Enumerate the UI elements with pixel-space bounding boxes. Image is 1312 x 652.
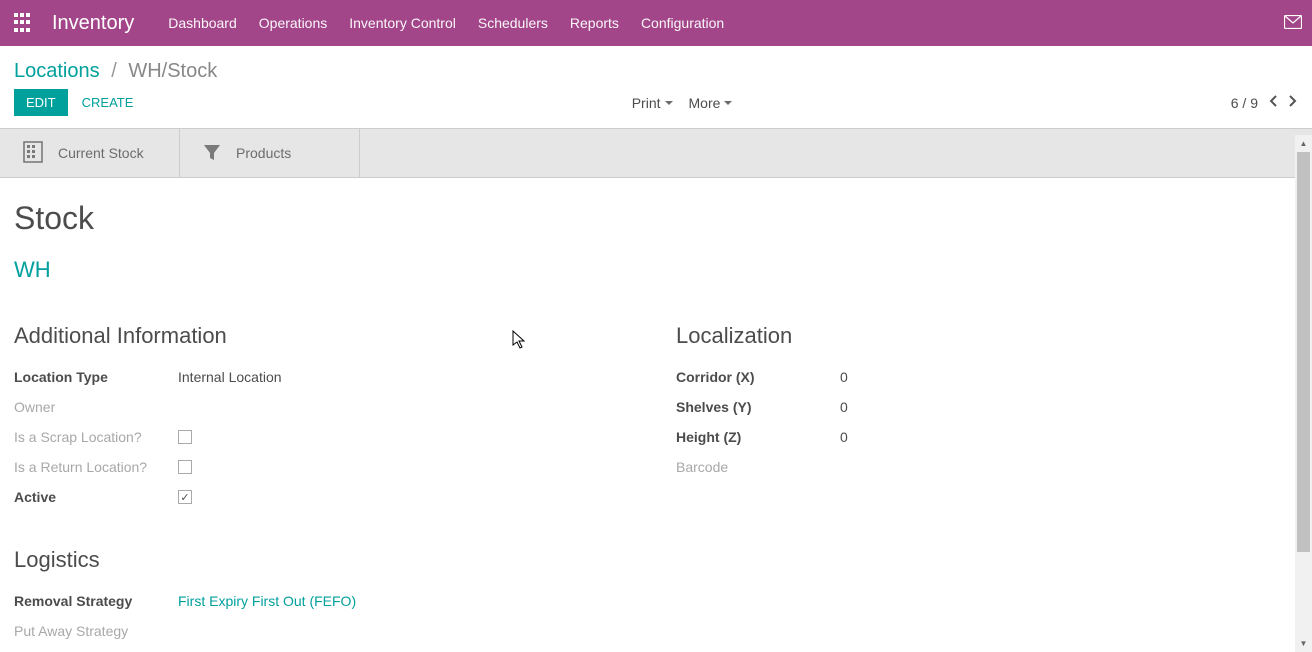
section-localization: Localization	[676, 323, 1298, 349]
field-height: Height (Z) 0	[676, 427, 1298, 447]
breadcrumb-sep: /	[111, 60, 117, 82]
menu-configuration[interactable]: Configuration	[641, 15, 724, 31]
vertical-scrollbar[interactable]: ▲ ▼	[1295, 135, 1312, 652]
field-owner: Owner	[14, 397, 636, 417]
menu-schedulers[interactable]: Schedulers	[478, 15, 548, 31]
field-return-label: Is a Return Location?	[14, 459, 178, 475]
top-navbar: Inventory Dashboard Operations Inventory…	[0, 0, 1312, 46]
pager-counter: 6 / 9	[1231, 95, 1258, 111]
action-bar: Edit Create Print More 6 / 9	[0, 89, 1312, 128]
stat-current-stock-label: Current Stock	[58, 145, 144, 161]
col-left: Additional Information Location Type Int…	[14, 323, 636, 651]
stat-products-label: Products	[236, 145, 291, 161]
filter-icon	[202, 142, 222, 165]
field-putaway-label: Put Away Strategy	[14, 623, 178, 639]
field-corridor-label: Corridor (X)	[676, 369, 840, 385]
building-icon	[22, 140, 44, 167]
field-height-value: 0	[840, 429, 848, 445]
field-barcode-label: Barcode	[676, 459, 840, 475]
record-title: Stock	[14, 200, 1298, 237]
field-putaway: Put Away Strategy	[14, 621, 636, 641]
stat-current-stock[interactable]: Current Stock	[0, 129, 180, 177]
field-owner-label: Owner	[14, 399, 178, 415]
field-scrap-checkbox	[178, 430, 192, 444]
more-label: More	[689, 95, 721, 111]
stat-button-bar: Current Stock Products	[0, 128, 1312, 178]
field-removal-label: Removal Strategy	[14, 593, 178, 609]
col-right: Localization Corridor (X) 0 Shelves (Y) …	[676, 323, 1298, 651]
pager-next[interactable]	[1288, 94, 1298, 111]
create-button[interactable]: Create	[82, 95, 134, 110]
field-return: Is a Return Location?	[14, 457, 636, 477]
section-logistics: Logistics	[14, 547, 636, 573]
apps-grid-icon[interactable]	[14, 13, 34, 33]
form-sheet: Stock WH Additional Information Location…	[0, 178, 1312, 652]
breadcrumb-row: Locations / WH/Stock	[0, 46, 1312, 89]
field-active-checkbox	[178, 490, 192, 504]
field-corridor: Corridor (X) 0	[676, 367, 1298, 387]
more-dropdown[interactable]: More	[689, 95, 733, 111]
breadcrumb-current: WH/Stock	[128, 60, 217, 82]
menu-reports[interactable]: Reports	[570, 15, 619, 31]
field-barcode: Barcode	[676, 457, 1298, 477]
stat-products[interactable]: Products	[180, 129, 360, 177]
field-location-type-value: Internal Location	[178, 369, 282, 385]
field-return-checkbox	[178, 460, 192, 474]
caret-down-icon	[665, 101, 673, 105]
breadcrumb-root[interactable]: Locations	[14, 60, 100, 82]
field-scrap: Is a Scrap Location?	[14, 427, 636, 447]
field-active-label: Active	[14, 489, 178, 505]
field-shelves-label: Shelves (Y)	[676, 399, 840, 415]
pager-prev[interactable]	[1268, 94, 1278, 111]
menu-operations[interactable]: Operations	[259, 15, 327, 31]
scroll-down-icon[interactable]: ▼	[1295, 635, 1312, 652]
scroll-thumb[interactable]	[1297, 152, 1310, 552]
edit-button[interactable]: Edit	[14, 89, 68, 116]
print-dropdown[interactable]: Print	[632, 95, 673, 111]
menu-dashboard[interactable]: Dashboard	[168, 15, 237, 31]
field-location-type-label: Location Type	[14, 369, 178, 385]
section-additional: Additional Information	[14, 323, 636, 349]
field-shelves-value: 0	[840, 399, 848, 415]
field-active: Active	[14, 487, 636, 507]
app-brand: Inventory	[52, 12, 134, 35]
field-corridor-value: 0	[840, 369, 848, 385]
caret-down-icon	[724, 101, 732, 105]
record-subtitle[interactable]: WH	[14, 257, 1298, 283]
field-removal-value[interactable]: First Expiry First Out (FEFO)	[178, 593, 356, 609]
top-menu: Dashboard Operations Inventory Control S…	[168, 15, 1284, 31]
field-scrap-label: Is a Scrap Location?	[14, 429, 178, 445]
field-removal: Removal Strategy First Expiry First Out …	[14, 591, 636, 611]
print-label: Print	[632, 95, 661, 111]
field-height-label: Height (Z)	[676, 429, 840, 445]
scroll-up-icon[interactable]: ▲	[1295, 135, 1312, 152]
mail-icon[interactable]	[1284, 15, 1302, 32]
breadcrumb: Locations / WH/Stock	[14, 60, 217, 83]
menu-inventory-control[interactable]: Inventory Control	[349, 15, 456, 31]
field-shelves: Shelves (Y) 0	[676, 397, 1298, 417]
field-location-type: Location Type Internal Location	[14, 367, 636, 387]
